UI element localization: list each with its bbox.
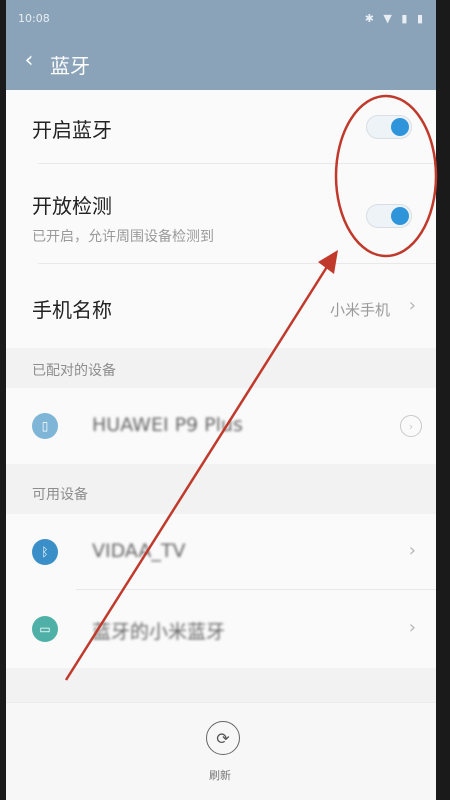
paired-section-header: 已配对的设备 [6, 348, 436, 388]
bottom-action-bar: ⟳ 刷新 [6, 702, 436, 800]
chevron-right-icon: › [408, 295, 416, 316]
paired-device-name: HUAWEI P9 Plus [92, 414, 243, 436]
available-device-item[interactable]: ᛒ VIDAA_TV › [6, 514, 436, 590]
available-device-item[interactable]: ▭ 蓝牙的小米蓝牙 › [6, 590, 436, 668]
bluetooth-toggle-row[interactable]: 开启蓝牙 [6, 90, 436, 164]
device-name-value: 小米手机 [329, 301, 390, 319]
bluetooth-icon: ᛒ [32, 539, 58, 565]
device-name-row[interactable]: 手机名称 小米手机 › [6, 264, 436, 348]
page-title: 蓝牙 [50, 54, 90, 78]
bluetooth-toggle-label: 开启蓝牙 [32, 118, 112, 142]
section-title: 已配对的设备 [32, 363, 116, 379]
refresh-icon[interactable]: ⟳ [206, 721, 240, 755]
toggle-knob [391, 118, 409, 136]
chevron-right-icon: › [408, 540, 416, 561]
toggle-knob [391, 207, 409, 225]
visibility-toggle-switch[interactable] [366, 204, 412, 228]
status-icons: ✱ ▼ ▮ ▮ [364, 12, 426, 25]
title-bar: ‹ 蓝牙 [0, 34, 450, 90]
list-spacer [6, 668, 436, 702]
status-time: 10:08 [18, 12, 50, 25]
paired-device-item[interactable]: ▯ HUAWEI P9 Plus › [6, 388, 436, 464]
available-section-header: 可用设备 [6, 464, 436, 514]
section-title: 可用设备 [32, 487, 88, 503]
phone-screen: 10:08 ✱ ▼ ▮ ▮ ‹ 蓝牙 开启蓝牙 开放检测 已开启，允许周围设备检… [0, 0, 450, 800]
visibility-toggle-label: 开放检测 [32, 194, 112, 218]
visibility-toggle-row[interactable]: 开放检测 已开启，允许周围设备检测到 [6, 164, 436, 264]
device-info-icon[interactable]: › [400, 415, 422, 437]
refresh-label: 刷新 [209, 769, 231, 782]
status-bar: 10:08 ✱ ▼ ▮ ▮ [0, 0, 450, 34]
bluetooth-toggle-switch[interactable] [366, 115, 412, 139]
chevron-right-icon: › [408, 617, 416, 638]
screen-bezel-left [0, 0, 6, 800]
visibility-status-text: 已开启，允许周围设备检测到 [32, 229, 214, 245]
available-device-name: 蓝牙的小米蓝牙 [92, 621, 226, 643]
back-arrow-icon[interactable]: ‹ [16, 48, 42, 76]
phone-icon: ▯ [32, 413, 58, 439]
available-device-name: VIDAA_TV [92, 540, 186, 562]
device-icon: ▭ [32, 616, 58, 642]
device-name-label: 手机名称 [32, 298, 112, 322]
screen-bezel-right [436, 0, 450, 800]
